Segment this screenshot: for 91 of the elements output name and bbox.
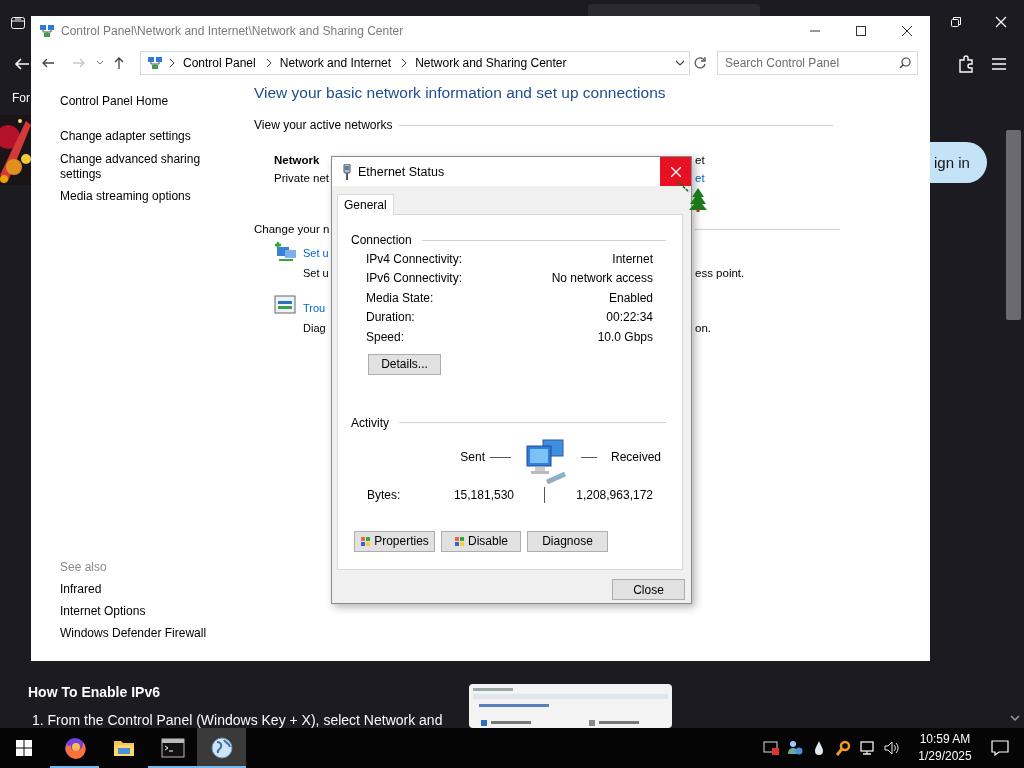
dialog-title: Ethernet Status [358,163,446,180]
breadcrumb-item[interactable]: Network and Internet [275,54,396,71]
field-label: Bytes: [367,486,402,503]
task-description: ess point. [695,267,745,279]
field-label: IPv6 Connectivity: [366,270,463,287]
article-step: 1. From the Control Panel (Windows Key + X), select Network and [28,713,469,727]
section-label: Change your n [254,223,330,235]
task-description: on. [695,322,711,334]
network-setup-icon [274,241,296,263]
back-icon[interactable] [14,56,30,72]
network-center-icon [147,54,163,71]
sent-value: 15,181,530 [452,486,514,503]
chevron-icon [167,57,177,68]
clock-time[interactable]: 10:59 AM [915,731,975,748]
breadcrumb-item[interactable]: Control Panel [179,54,260,71]
terminal-icon [160,736,185,760]
close-icon [902,25,912,36]
maximize-icon [856,25,866,36]
page-heading: View your basic network information and set up connections [254,83,667,103]
task-link[interactable]: Set u [303,243,329,263]
sidebar-link[interactable]: Control Panel Home [60,94,210,109]
scroll-down-icon[interactable] [1010,714,1020,722]
action-button[interactable]: Properties [354,530,435,552]
action-button[interactable]: Diagnose [527,530,608,552]
sidebar-link[interactable]: Change adapter settings [60,129,210,144]
sidebar-link[interactable]: Change advanced sharing settings [60,151,210,182]
sidebar-link[interactable]: Media streaming options [60,189,210,204]
notification-icon[interactable] [991,740,1009,756]
network-icon[interactable] [859,740,875,756]
restore-icon[interactable] [950,16,962,28]
field-label: IPv4 Connectivity: [366,250,463,267]
access-type-value: et [695,154,705,166]
up-icon[interactable] [113,55,125,70]
close-button[interactable] [660,157,691,186]
task-description: Diag [303,321,326,336]
article-heading: How To Enable IPv6 [28,684,161,700]
magnifier-icon[interactable] [835,740,851,756]
field-value: 00:22:34 [606,309,653,326]
close-button[interactable]: Close [612,579,685,600]
sent-label: Sent [459,448,485,465]
group-label: Activity [351,414,389,431]
task-link[interactable]: Trou [303,298,326,318]
field-label: Duration: [366,309,415,326]
globe-icon [209,736,234,760]
field-value: Internet [612,250,653,267]
field-value: No network access [551,270,653,287]
menu-icon[interactable] [992,58,1006,70]
action-button[interactable]: Disable [441,530,521,552]
network-center-icon [39,22,55,39]
user-network-icon[interactable] [787,740,803,756]
sign-in-button[interactable]: ign in [930,142,987,183]
sidebar-link[interactable]: Infrared [60,582,254,597]
field-label: Speed: [366,328,405,345]
network-name: Network [274,154,320,166]
tree-cursor-icon [676,180,710,212]
group-label: Connection [351,232,412,248]
scrollbar-thumb[interactable] [1006,130,1021,320]
window-title: Control Panel\Network and Internet\Network and Sharing Center [61,22,405,39]
received-label: Received [611,448,662,465]
close-icon [670,166,681,177]
close-icon[interactable] [995,16,1007,28]
refresh-icon[interactable] [693,55,707,70]
troubleshoot-icon [274,294,296,316]
tab[interactable]: General [337,194,394,215]
connection-link[interactable]: et [695,172,705,184]
clock-date[interactable]: 1/29/2025 [915,748,975,765]
volume-icon[interactable] [883,740,899,756]
dropdown-icon[interactable] [675,58,685,67]
field-value: Enabled [608,289,653,306]
search-field[interactable]: Search Control Panel [717,50,918,75]
breadcrumb-item[interactable]: Network and Sharing Center [411,54,571,71]
monitor-alert-icon[interactable] [763,740,779,756]
windows-logo-icon [16,740,32,756]
sidebar-link[interactable]: Windows Defender Firewall [60,626,254,641]
menu-label[interactable]: For [0,90,31,106]
details-button[interactable]: Details... [368,353,441,375]
extension-icon[interactable] [957,55,975,73]
sidebar-link[interactable]: Internet Options [60,604,254,619]
browser-icon [62,736,87,760]
address-bar[interactable]: Control Panel Network and Internet Network and Sharing Center [140,50,690,75]
received-value: 1,208,963,172 [575,486,653,503]
network-type: Private net [274,172,329,184]
tab-list-icon[interactable] [10,14,26,30]
field-label: Media State: [366,289,434,306]
dropdown-icon[interactable] [96,59,104,66]
task-description: Set u [303,266,329,281]
section-label: See also [60,559,108,575]
taskbar-app[interactable] [197,728,246,768]
section-label: View your active networks [254,117,393,134]
field-value: 10.0 Gbps [597,328,653,345]
ethernet-plug-icon [342,163,352,180]
